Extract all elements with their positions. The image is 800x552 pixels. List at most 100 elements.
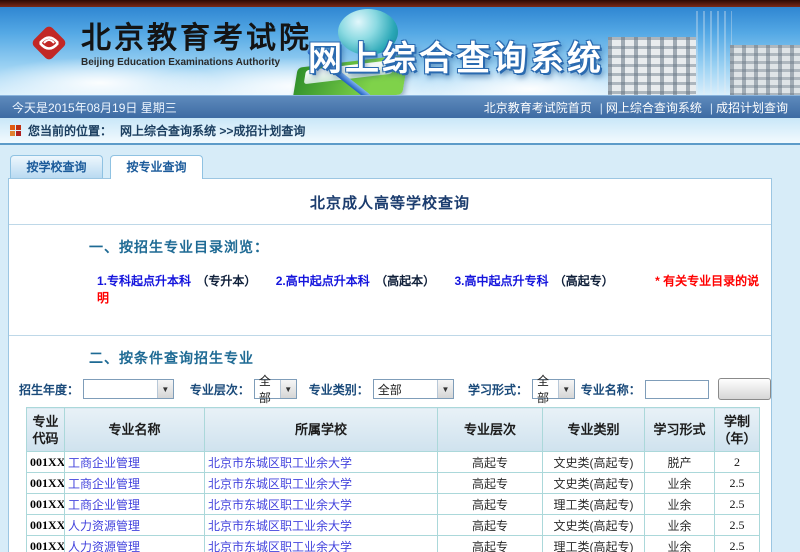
link-separator: | <box>710 101 713 115</box>
col-school: 所属学校 <box>205 408 438 452</box>
link-zhuanshengben[interactable]: 1.专科起点升本科 <box>97 274 191 288</box>
page-title: 北京成人高等学校查询 <box>9 179 771 224</box>
category-select[interactable]: 全部 ▼ <box>373 379 454 399</box>
school-link[interactable]: 北京市东城区职工业余大学 <box>205 452 438 473</box>
table-row: 001XX 工商企业管理 北京市东城区职工业余大学 高起专 理工类(高起专) 业… <box>27 494 760 515</box>
duration-cell: 2.5 <box>715 494 760 515</box>
category-cell: 文史类(高起专) <box>543 515 645 536</box>
system-title: 网上综合查询系统 <box>308 31 604 80</box>
form-cell: 脱产 <box>645 452 715 473</box>
main-panel: 北京成人高等学校查询 一、按招生专业目录浏览： 1.专科起点升本科 （专升本） … <box>8 178 772 552</box>
school-link[interactable]: 北京市东城区职工业余大学 <box>205 494 438 515</box>
table-row: 001XX 工商企业管理 北京市东城区职工业余大学 高起专 文史类(高起专) 业… <box>27 473 760 494</box>
form-cell: 业余 <box>645 536 715 552</box>
chevron-down-icon: ▼ <box>558 380 574 398</box>
suffix-gaoqizhuan: （高起专） <box>554 274 614 288</box>
query-tabs: 按学校查询 按专业查询 <box>10 155 800 178</box>
site-banner: 北京教育考试院 Beijing Education Examinations A… <box>0 7 800 95</box>
tab-query-by-school[interactable]: 按学校查询 <box>10 155 103 178</box>
quick-links: 北京教育考试院首页|网上综合查询系统|成招计划查询 <box>484 99 788 116</box>
col-form: 学习形式 <box>645 408 715 452</box>
year-select[interactable]: ▼ <box>83 379 174 399</box>
filter-row: 招生年度： ▼ 专业层次： 全部 ▼ 专业类别： 全部 ▼ 学习形式： 全部 ▼… <box>11 378 771 400</box>
category-cell: 文史类(高起专) <box>543 473 645 494</box>
query-button[interactable] <box>718 378 771 400</box>
major-code-cell: 001XX <box>27 536 65 552</box>
page: 北京教育考试院 Beijing Education Examinations A… <box>0 0 800 552</box>
breadcrumb-prefix: 您当前的位置： <box>28 122 112 139</box>
level-select[interactable]: 全部 ▼ <box>254 379 297 399</box>
major-name-input[interactable] <box>645 380 709 399</box>
col-major-code: 专业代码 <box>27 408 65 452</box>
level-cell: 高起专 <box>438 452 543 473</box>
suffix-zhuanshengben: （专升本） <box>196 274 256 288</box>
link-plan-query[interactable]: 成招计划查询 <box>716 101 788 115</box>
beea-logo-icon <box>26 20 72 71</box>
building-graphic <box>730 45 800 95</box>
divider <box>9 224 771 225</box>
table-row: 001XX 工商企业管理 北京市东城区职工业余大学 高起专 文史类(高起专) 脱… <box>27 452 760 473</box>
major-name-link[interactable]: 工商企业管理 <box>65 452 205 473</box>
major-name-link[interactable]: 人力资源管理 <box>65 515 205 536</box>
suffix-gaoqiben: （高起本） <box>375 274 435 288</box>
duration-cell: 2.5 <box>715 536 760 552</box>
link-separator: | <box>600 101 603 115</box>
col-duration: 学制（年） <box>715 408 760 452</box>
major-code-cell: 001XX <box>27 494 65 515</box>
duration-cell: 2 <box>715 452 760 473</box>
plan-table-body: 001XX 工商企业管理 北京市东城区职工业余大学 高起专 文史类(高起专) 脱… <box>27 452 760 552</box>
major-name-label: 专业名称： <box>581 381 641 398</box>
col-level: 专业层次 <box>438 408 543 452</box>
link-gaoqizhuan[interactable]: 3.高中起点升专科 <box>454 274 548 288</box>
chevron-down-icon: ▼ <box>157 380 173 398</box>
level-cell: 高起专 <box>438 515 543 536</box>
level-cell: 高起专 <box>438 494 543 515</box>
major-code-cell: 001XX <box>27 515 65 536</box>
category-cell: 理工类(高起专) <box>543 494 645 515</box>
chevron-down-icon: ▼ <box>280 380 296 398</box>
school-link[interactable]: 北京市东城区职工业余大学 <box>205 536 438 552</box>
level-cell: 高起专 <box>438 536 543 552</box>
section1-heading: 一、按招生专业目录浏览： <box>89 237 771 257</box>
org-name-cn: 北京教育考试院 <box>81 23 312 55</box>
link-gaoqiben[interactable]: 2.高中起点升本科 <box>276 274 370 288</box>
form-cell: 业余 <box>645 494 715 515</box>
table-row: 001XX 人力资源管理 北京市东城区职工业余大学 高起专 文史类(高起专) 业… <box>27 515 760 536</box>
category-cell: 文史类(高起专) <box>543 452 645 473</box>
form-select[interactable]: 全部 ▼ <box>532 379 575 399</box>
org-logo-group: 北京教育考试院 Beijing Education Examinations A… <box>26 20 312 71</box>
school-link[interactable]: 北京市东城区职工业余大学 <box>205 473 438 494</box>
building-tower-graphic <box>696 11 732 95</box>
top-accent-strip <box>0 0 800 7</box>
table-row: 001XX 人力资源管理 北京市东城区职工业余大学 高起专 理工类(高起专) 业… <box>27 536 760 552</box>
location-icon <box>10 125 21 136</box>
major-name-link[interactable]: 人力资源管理 <box>65 536 205 552</box>
col-major-name: 专业名称 <box>65 408 205 452</box>
duration-cell: 2.5 <box>715 473 760 494</box>
form-label: 学习形式： <box>468 381 528 398</box>
major-code-cell: 001XX <box>27 452 65 473</box>
category-label: 专业类别： <box>309 381 369 398</box>
link-beea-home[interactable]: 北京教育考试院首页 <box>484 101 592 115</box>
form-cell: 业余 <box>645 473 715 494</box>
section2-heading: 二、按条件查询招生专业 <box>89 348 771 368</box>
table-header-row: 专业代码 专业名称 所属学校 专业层次 专业类别 学习形式 学制（年） <box>27 408 760 452</box>
tab-query-by-major[interactable]: 按专业查询 <box>110 155 203 179</box>
breadcrumb-path: 网上综合查询系统 >>成招计划查询 <box>120 122 305 139</box>
form-cell: 业余 <box>645 515 715 536</box>
level-cell: 高起专 <box>438 473 543 494</box>
major-code-cell: 001XX <box>27 473 65 494</box>
current-date-text: 今天是2015年08月19日 星期三 <box>12 99 177 116</box>
divider <box>9 335 771 336</box>
top-info-bar: 今天是2015年08月19日 星期三 北京教育考试院首页|网上综合查询系统|成招… <box>0 95 800 118</box>
catalog-links-row: 1.专科起点升本科 （专升本） 2.高中起点升本科 （高起本） 3.高中起点升专… <box>97 272 771 306</box>
breadcrumb: 您当前的位置： 网上综合查询系统 >>成招计划查询 <box>0 118 800 145</box>
major-name-link[interactable]: 工商企业管理 <box>65 494 205 515</box>
chevron-down-icon: ▼ <box>437 380 453 398</box>
school-link[interactable]: 北京市东城区职工业余大学 <box>205 515 438 536</box>
major-name-link[interactable]: 工商企业管理 <box>65 473 205 494</box>
level-label: 专业层次： <box>190 381 250 398</box>
plan-table: 专业代码 专业名称 所属学校 专业层次 专业类别 学习形式 学制（年） 001X… <box>26 407 760 552</box>
link-query-system[interactable]: 网上综合查询系统 <box>606 101 702 115</box>
duration-cell: 2.5 <box>715 515 760 536</box>
